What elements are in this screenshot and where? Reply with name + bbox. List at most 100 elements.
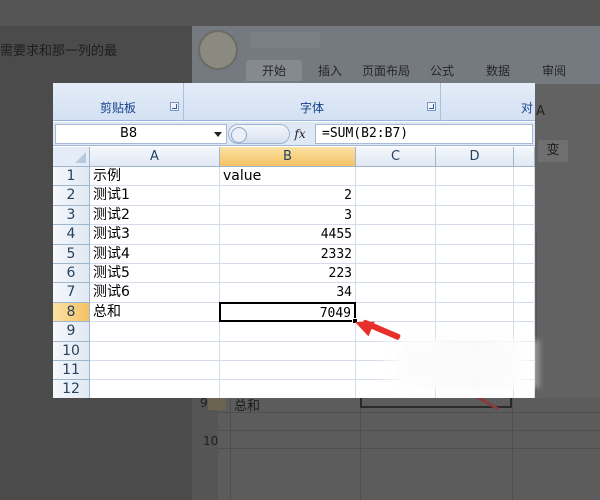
tab-review[interactable]: 审阅 [526,60,582,81]
bg-row-headers [192,398,218,500]
cell-a2[interactable]: 测试1 [90,186,220,206]
row-header-11[interactable]: 11 [53,361,90,381]
cell-b4[interactable]: 4455 [220,225,356,245]
quick-access-toolbar [250,32,320,48]
cell-b2[interactable]: 2 [220,186,356,206]
cell-e2[interactable] [514,186,535,206]
name-box[interactable]: B8 [55,124,227,144]
chevron-down-icon[interactable] [214,132,222,137]
dialog-launcher-icon[interactable] [170,102,179,111]
row-header-9[interactable]: 9 [53,322,90,342]
cell-a10[interactable] [90,341,220,361]
row-header-6[interactable]: 6 [53,264,90,284]
cell-d4[interactable] [436,225,514,245]
cell-e5[interactable] [514,244,535,264]
cell-b10[interactable] [220,341,356,361]
cell-a7[interactable]: 测试6 [90,283,220,303]
row-header-12[interactable]: 12 [53,380,90,398]
tab-formulas[interactable]: 公式 [414,60,470,81]
cell-d9[interactable] [436,322,514,342]
bg-selected-row-header [208,396,226,410]
column-header-b[interactable]: B [220,147,356,167]
row-header-5[interactable]: 5 [53,244,90,264]
cell-c5[interactable] [356,244,436,264]
row-header-8[interactable]: 8 [53,302,90,323]
cell-d7[interactable] [436,283,514,303]
ribbon-group-font: 字体 [184,83,441,121]
office-button-icon [198,30,238,70]
row-header-1[interactable]: 1 [53,167,90,187]
column-header-d[interactable]: D [436,147,514,167]
ribbon-group-alignment: 对 [441,83,535,121]
cell-c2[interactable] [356,186,436,206]
cell-c7[interactable] [356,283,436,303]
blurred-redaction [400,344,520,384]
row-header-7[interactable]: 7 [53,283,90,303]
cell-d5[interactable] [436,244,514,264]
tab-page-layout[interactable]: 页面布局 [358,60,414,81]
cell-b12[interactable] [220,380,356,398]
cell-b5[interactable]: 2332 [220,244,356,264]
cell-a1[interactable]: 示例 [90,167,220,187]
ribbon-group-label: 剪贴板 [99,101,136,115]
cell-e1[interactable] [514,167,535,187]
row-header-2[interactable]: 2 [53,186,90,206]
cell-d8[interactable] [436,302,514,323]
formula-bar-resize-handle[interactable] [228,124,290,144]
cell-a3[interactable]: 测试2 [90,205,220,226]
bg-gridline [218,412,600,413]
cell-b6[interactable]: 223 [220,264,356,284]
insert-function-icon[interactable]: fx [290,124,310,144]
cell-c4[interactable] [356,225,436,245]
column-header-c[interactable]: C [356,147,436,167]
cell-d6[interactable] [436,264,514,284]
formula-input[interactable]: =SUM(B2:B7) [315,124,533,144]
cell-a11[interactable] [90,361,220,381]
cell-b1[interactable]: value [220,167,356,187]
row-header-4[interactable]: 4 [53,225,90,245]
ribbon-group-clipboard: 剪贴板 [53,83,184,121]
bg-right-columns [536,232,600,392]
column-header-a[interactable]: A [90,147,220,167]
cell-c3[interactable] [356,205,436,226]
bg-instruction-text: 需要求和那一列的最 [0,44,118,59]
cell-a6[interactable]: 测试5 [90,264,220,284]
formula-bar: B8 fx =SUM(B2:B7) [53,122,535,146]
cell-b3[interactable]: 3 [220,205,356,226]
select-all-corner[interactable] [53,147,90,167]
cell-d3[interactable] [436,205,514,226]
cell-e4[interactable] [514,225,535,245]
bg-ribbon-tabs: 开始 插入 页面布局 公式 数据 审阅 [246,60,582,81]
cell-a12[interactable] [90,380,220,398]
cell-e6[interactable] [514,264,535,284]
cell-b9[interactable] [220,322,356,342]
row-header-10[interactable]: 10 [53,341,90,361]
bg-gridline [218,430,600,431]
cell-e7[interactable] [514,283,535,303]
tab-data[interactable]: 数据 [470,60,526,81]
cell-a9[interactable] [90,322,220,342]
cell-e8[interactable] [514,302,535,323]
cell-b11[interactable] [220,361,356,381]
row-header-3[interactable]: 3 [53,205,90,226]
name-box-value: B8 [120,126,138,141]
tab-home[interactable]: 开始 [246,60,302,81]
dialog-launcher-icon[interactable] [427,102,436,111]
cell-e9[interactable] [514,322,535,342]
tab-insert[interactable]: 插入 [302,60,358,81]
cell-c6[interactable] [356,264,436,284]
cell-a8[interactable]: 总和 [90,302,220,323]
column-header-partial[interactable] [514,147,535,167]
bg-gridline [512,398,513,500]
cell-d1[interactable] [436,167,514,187]
cell-a5[interactable]: 测试4 [90,244,220,264]
bg-style-button: 变 [538,140,568,162]
cell-e3[interactable] [514,205,535,226]
cell-a4[interactable]: 测试3 [90,225,220,245]
bg-top-strip [0,0,600,26]
cell-c1[interactable] [356,167,436,187]
ribbon-group-label: 字体 [299,101,324,115]
cell-d2[interactable] [436,186,514,206]
cell-b7[interactable]: 34 [220,283,356,303]
cell-b8[interactable]: 7049 [219,301,356,323]
